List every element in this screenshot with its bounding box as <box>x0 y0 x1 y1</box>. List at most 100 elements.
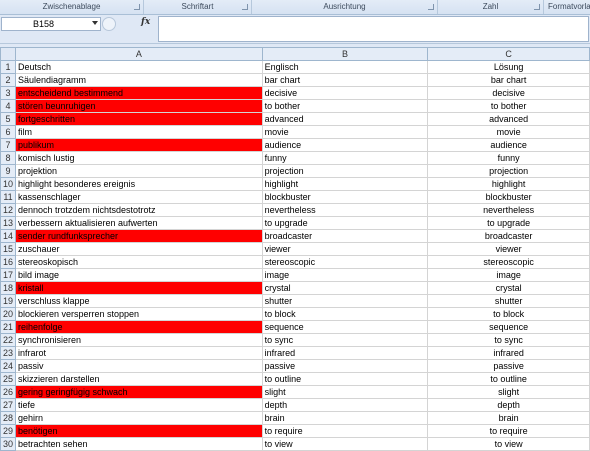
spreadsheet-grid[interactable]: A B C 1 Deutsch Englisch Lösung 2 Säulendiagr… <box>0 47 590 451</box>
cell-german[interactable]: film <box>14 125 263 139</box>
row-number[interactable]: 18 <box>0 281 16 295</box>
cell-german[interactable]: fortgeschritten <box>14 112 263 126</box>
column-header-a[interactable]: A <box>14 47 263 61</box>
ribbon-group-styles[interactable]: Formatvorlagen <box>544 0 590 14</box>
cell-english[interactable]: to sync <box>261 333 429 347</box>
chevron-down-icon[interactable] <box>92 21 98 25</box>
cell-german[interactable]: komisch lustig <box>14 151 263 165</box>
column-header-c[interactable]: C <box>427 47 590 61</box>
cell-solution[interactable]: to sync <box>427 333 590 347</box>
cell-english[interactable]: nevertheless <box>261 203 429 217</box>
cell-solution[interactable]: to block <box>427 307 590 321</box>
cell-english[interactable]: shutter <box>261 294 429 308</box>
cell-german[interactable]: highlight besonderes ereignis <box>14 177 263 191</box>
cell-solution[interactable]: advanced <box>427 112 590 126</box>
row-number[interactable]: 10 <box>0 177 16 191</box>
row-number[interactable]: 12 <box>0 203 16 217</box>
cell-solution[interactable]: depth <box>427 398 590 412</box>
row-number[interactable]: 15 <box>0 242 16 256</box>
cell-german[interactable]: verschluss klappe <box>14 294 263 308</box>
cell-solution[interactable]: sequence <box>427 320 590 334</box>
cell-english[interactable]: viewer <box>261 242 429 256</box>
cell-english[interactable]: to block <box>261 307 429 321</box>
cell-solution[interactable]: blockbuster <box>427 190 590 204</box>
cancel-edit-button[interactable] <box>102 17 116 31</box>
cell-english[interactable]: infrared <box>261 346 429 360</box>
ribbon-group-clipboard[interactable]: Zwischenablage <box>0 0 144 14</box>
cell-solution[interactable]: decisive <box>427 86 590 100</box>
dialog-launcher-icon[interactable] <box>534 4 540 10</box>
cell-english[interactable]: stereoscopic <box>261 255 429 269</box>
cell-english[interactable]: to outline <box>261 372 429 386</box>
cell-english[interactable]: highlight <box>261 177 429 191</box>
column-header-b[interactable]: B <box>261 47 429 61</box>
row-number[interactable]: 5 <box>0 112 16 126</box>
row-number[interactable]: 9 <box>0 164 16 178</box>
ribbon-group-number[interactable]: Zahl <box>438 0 544 14</box>
cell-english[interactable]: Englisch <box>261 60 429 74</box>
select-all-corner[interactable] <box>0 47 16 61</box>
row-number[interactable]: 7 <box>0 138 16 152</box>
insert-function-icon[interactable]: fx <box>141 17 150 27</box>
cell-solution[interactable]: Lösung <box>427 60 590 74</box>
row-number[interactable]: 21 <box>0 320 16 334</box>
row-number[interactable]: 24 <box>0 359 16 373</box>
cell-german[interactable]: synchronisieren <box>14 333 263 347</box>
cell-english[interactable]: depth <box>261 398 429 412</box>
row-number[interactable]: 28 <box>0 411 16 425</box>
cell-solution[interactable]: nevertheless <box>427 203 590 217</box>
cell-solution[interactable]: image <box>427 268 590 282</box>
cell-solution[interactable]: movie <box>427 125 590 139</box>
cell-german[interactable]: entscheidend bestimmend <box>14 86 263 100</box>
cell-solution[interactable]: viewer <box>427 242 590 256</box>
cell-solution[interactable]: brain <box>427 411 590 425</box>
row-number[interactable]: 8 <box>0 151 16 165</box>
cell-english[interactable]: to bother <box>261 99 429 113</box>
row-number[interactable]: 25 <box>0 372 16 386</box>
cell-german[interactable]: zuschauer <box>14 242 263 256</box>
cell-english[interactable]: decisive <box>261 86 429 100</box>
cell-german[interactable]: gehirn <box>14 411 263 425</box>
cell-german[interactable]: sender rundfunksprecher <box>14 229 263 243</box>
cell-german[interactable]: blockieren versperren stoppen <box>14 307 263 321</box>
row-number[interactable]: 19 <box>0 294 16 308</box>
cell-german[interactable]: gering geringfügig schwach <box>14 385 263 399</box>
cell-english[interactable]: audience <box>261 138 429 152</box>
row-number[interactable]: 2 <box>0 73 16 87</box>
cell-english[interactable]: broadcaster <box>261 229 429 243</box>
cell-english[interactable]: bar chart <box>261 73 429 87</box>
cell-german[interactable]: Deutsch <box>14 60 263 74</box>
cell-solution[interactable]: stereoscopic <box>427 255 590 269</box>
cell-german[interactable]: skizzieren darstellen <box>14 372 263 386</box>
cell-german[interactable]: stören beunruhigen <box>14 99 263 113</box>
dialog-launcher-icon[interactable] <box>428 4 434 10</box>
row-number[interactable]: 1 <box>0 60 16 74</box>
cell-english[interactable]: brain <box>261 411 429 425</box>
cell-german[interactable]: reihenfolge <box>14 320 263 334</box>
cell-solution[interactable]: to upgrade <box>427 216 590 230</box>
cell-german[interactable]: kristall <box>14 281 263 295</box>
cell-solution[interactable]: to outline <box>427 372 590 386</box>
row-number[interactable]: 4 <box>0 99 16 113</box>
cell-english[interactable]: image <box>261 268 429 282</box>
row-number[interactable]: 13 <box>0 216 16 230</box>
cell-solution[interactable]: shutter <box>427 294 590 308</box>
cell-solution[interactable]: bar chart <box>427 73 590 87</box>
row-number[interactable]: 30 <box>0 437 16 451</box>
cell-english[interactable]: blockbuster <box>261 190 429 204</box>
cell-solution[interactable]: funny <box>427 151 590 165</box>
cell-solution[interactable]: to require <box>427 424 590 438</box>
cell-german[interactable]: verbessern aktualisieren aufwerten <box>14 216 263 230</box>
cell-solution[interactable]: infrared <box>427 346 590 360</box>
row-number[interactable]: 16 <box>0 255 16 269</box>
cell-english[interactable]: to require <box>261 424 429 438</box>
row-number[interactable]: 22 <box>0 333 16 347</box>
cell-english[interactable]: passive <box>261 359 429 373</box>
cell-solution[interactable]: broadcaster <box>427 229 590 243</box>
row-number[interactable]: 17 <box>0 268 16 282</box>
row-number[interactable]: 20 <box>0 307 16 321</box>
cell-english[interactable]: slight <box>261 385 429 399</box>
cell-german[interactable]: tiefe <box>14 398 263 412</box>
cell-solution[interactable]: highlight <box>427 177 590 191</box>
cell-german[interactable]: stereoskopisch <box>14 255 263 269</box>
